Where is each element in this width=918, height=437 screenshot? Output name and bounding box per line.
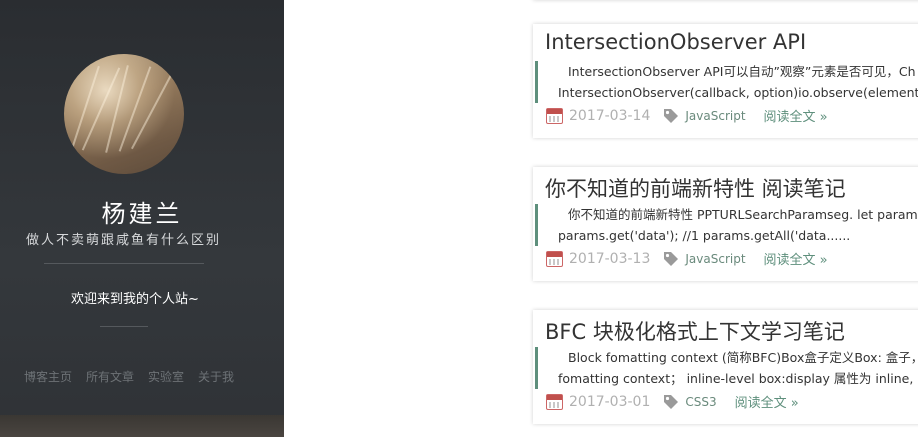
excerpt-line: IntersectionObserver(callback, option)io… [558,85,918,100]
nav-lab[interactable]: 实验室 [148,368,184,385]
article-date: 2017-03-13 [569,250,651,267]
divider-short [100,326,148,327]
article-meta: 2017-03-13 JavaScript 阅读全文 » [546,249,828,268]
divider [44,263,204,264]
article-title[interactable]: IntersectionObserver API [545,30,806,54]
tag-icon [664,251,679,266]
article-card: 你不知道的前端新特性 阅读笔记 你不知道的前端新特性 PPTURLSearchP… [533,167,918,281]
sidebar-bottom-strip [0,415,284,437]
article-tag[interactable]: CSS3 [685,395,716,409]
calendar-icon [546,107,563,124]
avatar[interactable] [64,54,184,174]
article-title[interactable]: BFC 块极化格式上下文学习笔记 [545,316,845,346]
calendar-icon [546,250,563,267]
article-tag[interactable]: JavaScript [685,252,745,266]
excerpt-line: IntersectionObserver API可以自动”观察”元素是否可见，C… [568,64,916,79]
nav-all-articles[interactable]: 所有文章 [86,368,134,385]
excerpt-line: params.get('data'); //1 params.getAll('d… [558,228,851,243]
read-more-link[interactable]: 阅读全文 » [735,392,799,411]
article-title[interactable]: 你不知道的前端新特性 阅读笔记 [545,173,846,203]
welcome-text: 欢迎来到我的个人站~ [71,292,199,307]
article-card: BFC 块极化格式上下文学习笔记 Block fomatting context… [533,310,918,424]
article-tag[interactable]: JavaScript [685,109,745,123]
excerpt-line: 你不知道的前端新特性 PPTURLSearchParamseg. let par… [568,207,918,222]
read-more-link[interactable]: 阅读全文 » [764,249,828,268]
read-more-link[interactable]: 阅读全文 » [764,106,828,125]
tag-icon [664,394,679,409]
article-date: 2017-03-01 [569,393,651,410]
excerpt-line: Block fomatting context (简称BFC)Box盒子定义Bo… [568,350,918,365]
excerpt-line: fomatting context； inline-level box:disp… [558,371,918,386]
calendar-icon [546,393,563,410]
article-excerpt: Block fomatting context (简称BFC)Box盒子定义Bo… [535,347,918,389]
profile-name: 杨建兰 [101,200,183,228]
sidebar: 杨建兰 做人不卖萌跟咸鱼有什么区别 欢迎来到我的个人站~ 博客主页 所有文章 实… [0,0,284,437]
article-excerpt: IntersectionObserver API可以自动”观察”元素是否可见，C… [535,61,918,103]
nav-blog-home[interactable]: 博客主页 [24,368,72,385]
profile-motto: 做人不卖萌跟咸鱼有什么区别 [26,233,222,248]
sidebar-nav: 博客主页 所有文章 实验室 关于我 [24,368,234,385]
nav-about[interactable]: 关于我 [198,368,234,385]
article-excerpt: 你不知道的前端新特性 PPTURLSearchParamseg. let par… [535,204,918,246]
article-date: 2017-03-14 [569,107,651,124]
article-meta: 2017-03-14 JavaScript 阅读全文 » [546,106,828,125]
article-meta: 2017-03-01 CSS3 阅读全文 » [546,392,799,411]
tag-icon [664,108,679,123]
article-card: IntersectionObserver API IntersectionObs… [533,24,918,138]
